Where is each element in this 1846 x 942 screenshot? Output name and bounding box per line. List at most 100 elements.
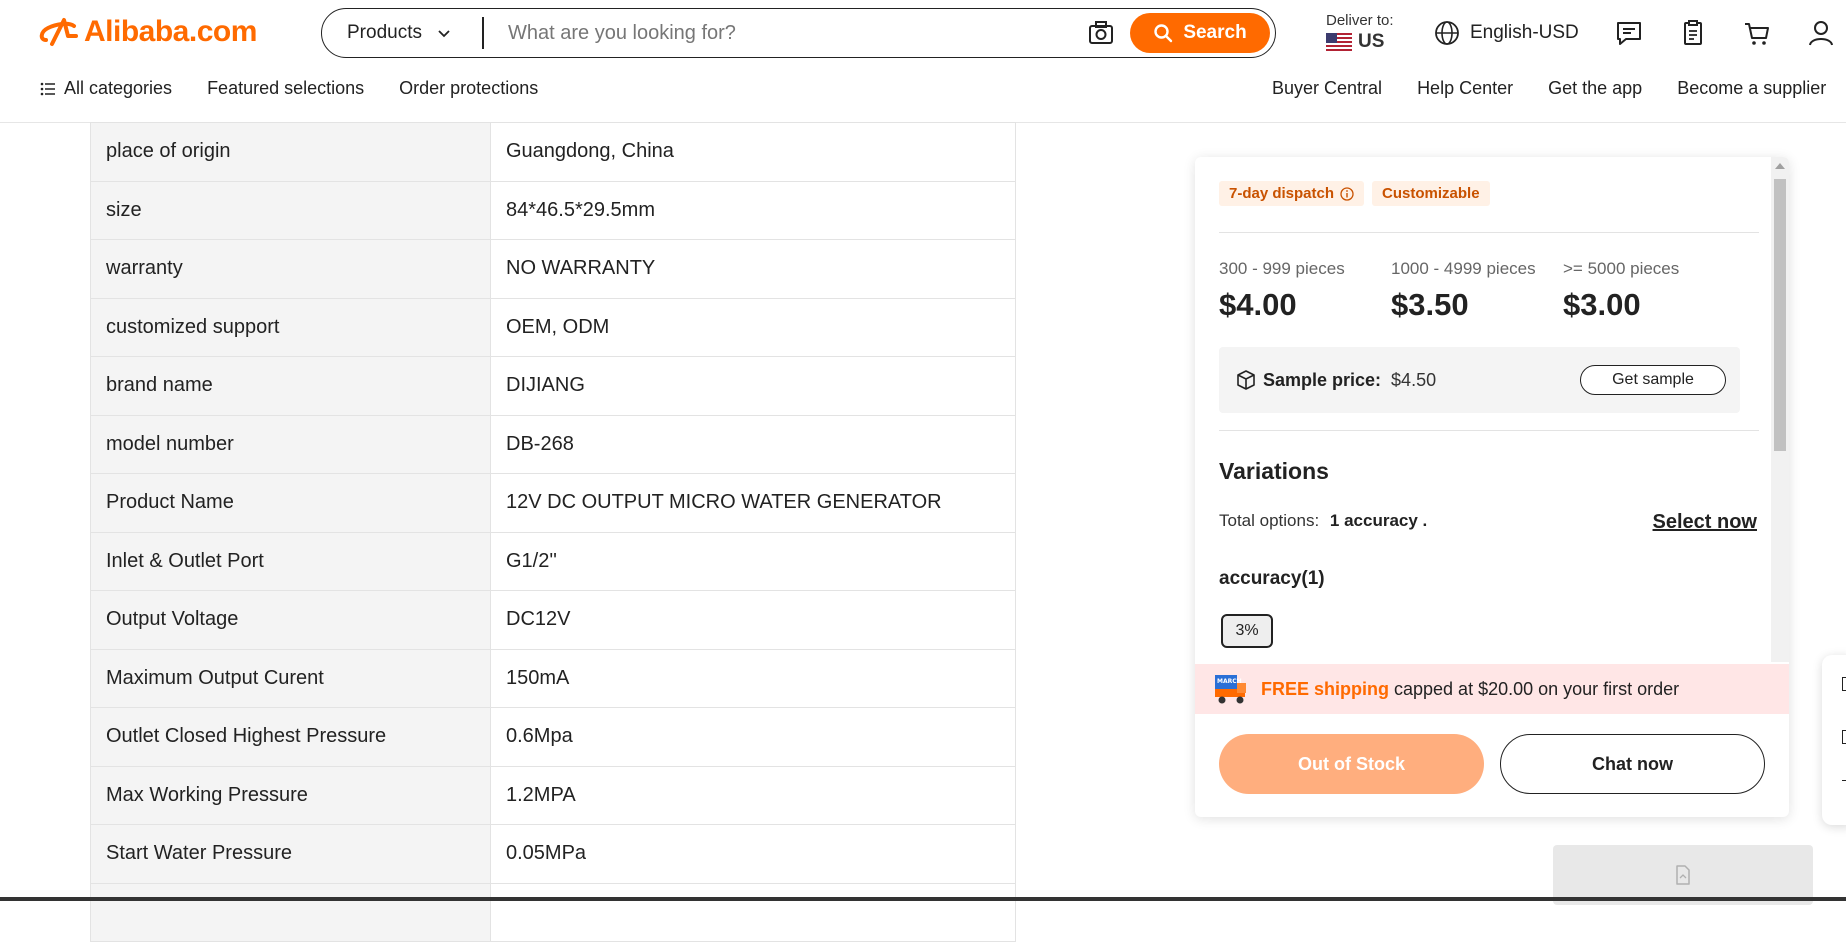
shipping-promo-banner: MARCH FREE shipping capped at $20.00 on … [1195,664,1789,714]
side-tool-icon[interactable] [1842,730,1846,744]
tier-quantity: >= 5000 pieces [1563,259,1680,278]
accuracy-title: accuracy(1) [1219,568,1325,589]
table-row: Product Name 12V DC OUTPUT MICRO WATER GE… [90,473,1016,533]
search-bar: Products Search [321,8,1276,58]
accuracy-option-chip[interactable]: 3% [1221,614,1273,648]
spec-key: customized support [90,297,491,357]
spec-key: Inlet & Outlet Port [90,531,491,591]
menu-list-icon [40,82,55,95]
scroll-up-icon[interactable] [1775,163,1785,169]
price-tiers: 300 - 999 pieces $4.00 1000 - 4999 piece… [1219,259,1759,323]
search-category-dropdown[interactable]: Products [322,9,482,57]
floating-document-button[interactable] [1553,845,1813,905]
spec-key: brand name [90,356,491,416]
table-row: customized support OEM, ODM [90,297,1016,357]
spec-key: model number [90,414,491,474]
deliver-to-label: Deliver to: [1326,12,1394,29]
sample-price-label: Sample price: [1263,369,1382,390]
nav-all-categories-label: All categories [64,78,173,98]
tier-quantity: 1000 - 4999 pieces [1391,259,1536,278]
bottom-edge [0,897,1846,901]
price-tier: 1000 - 4999 pieces $3.50 [1391,259,1563,323]
tier-price: $3.50 [1391,287,1469,322]
camera-icon[interactable] [1086,18,1116,48]
chevron-down-icon [438,30,450,38]
spec-key: warranty [90,239,491,299]
tier-price: $4.00 [1219,287,1297,322]
messages-icon[interactable] [1614,18,1644,48]
spec-key: place of origin [90,122,491,182]
spec-value: Guangdong, China [490,122,1016,182]
spec-value: G1/2'' [490,531,1016,591]
table-row: Maximum Output Curent 150mA [90,648,1016,708]
spec-value: DB-268 [490,414,1016,474]
globe-icon [1435,21,1459,45]
spec-table: place of origin Guangdong, China size 84*4… [90,122,1016,942]
spec-value: NO WARRANTY [490,239,1016,299]
nav-order-protections[interactable]: Order protections [399,78,538,99]
orders-icon[interactable] [1678,18,1708,48]
dispatch-badge[interactable]: 7-day dispatch [1219,181,1365,206]
table-row: Output Voltage DC12V [90,590,1016,650]
search-input[interactable] [484,21,1086,45]
divider [1219,232,1759,233]
search-category-label: Products [347,22,422,43]
nav-all-categories[interactable]: All categories [40,78,172,99]
tier-price: $3.00 [1563,287,1641,322]
spec-key: Start Water Pressure [90,824,491,884]
divider [1219,430,1759,431]
side-tool-icon[interactable] [1842,677,1846,691]
nav-help-center[interactable]: Help Center [1417,78,1513,99]
spec-value: DC12V [490,590,1016,650]
deliver-country: US [1358,31,1385,52]
side-tool-icon[interactable] [1842,780,1846,786]
language-selector[interactable]: English-USD [1434,20,1579,46]
nav-buyer-central[interactable]: Buyer Central [1272,78,1382,99]
spec-value: 12V DC OUTPUT MICRO WATER GENERATOR [490,473,1016,533]
account-icon[interactable] [1806,18,1836,48]
nav-become-supplier[interactable]: Become a supplier [1677,78,1826,99]
nav-right: Buyer Central Help Center Get the app Be… [1272,78,1826,99]
sample-price-box: Sample price: $4.50 Get sample [1219,347,1740,413]
cart-icon[interactable] [1742,18,1772,48]
spec-key: Product Name [90,473,491,533]
tier-quantity: 300 - 999 pieces [1219,259,1345,278]
alibaba-logo-icon [39,18,78,46]
us-flag-icon [1326,33,1352,51]
card-scrollbar[interactable] [1771,157,1789,662]
get-sample-button[interactable]: Get sample [1580,365,1726,395]
deliver-to[interactable]: Deliver to: US [1326,12,1394,53]
search-button[interactable]: Search [1130,13,1270,53]
search-icon [1154,24,1173,43]
table-row: size 84*46.5*29.5mm [90,180,1016,240]
box-icon [1237,370,1255,390]
spec-value: OEM, ODM [490,297,1016,357]
document-icon [1676,865,1690,885]
select-now-link[interactable]: Select now [1653,511,1757,534]
alibaba-logo[interactable]: Alibaba.com [38,14,257,50]
dispatch-badge-label: 7-day dispatch [1229,185,1335,202]
nav-get-the-app[interactable]: Get the app [1548,78,1642,99]
scrollbar-thumb[interactable] [1774,179,1786,451]
spec-value: DIJIANG [490,356,1016,416]
price-tier: 300 - 999 pieces $4.00 [1219,259,1391,323]
table-row: Inlet & Outlet Port G1/2'' [90,531,1016,591]
spec-key: Max Working Pressure [90,765,491,825]
chat-now-button[interactable]: Chat now [1500,734,1765,794]
badges: 7-day dispatch Customizable [1219,181,1498,206]
spec-key: Outlet Closed Highest Pressure [90,707,491,767]
out-of-stock-button[interactable]: Out of Stock [1219,734,1484,794]
table-row: brand name DIJIANG [90,356,1016,416]
spec-value: 0.05MPa [490,824,1016,884]
spec-value: 1.2MPA [490,765,1016,825]
nav-featured-selections[interactable]: Featured selections [207,78,364,99]
spec-value-empty [490,882,1016,942]
truck-icon: MARCH [1215,675,1246,704]
spec-key: size [90,180,491,240]
side-tools-tab[interactable] [1822,655,1846,825]
variations-title: Variations [1219,458,1329,484]
spec-value: 150mA [490,648,1016,708]
table-row: model number DB-268 [90,414,1016,474]
table-row [90,882,1016,942]
customizable-badge: Customizable [1372,181,1490,206]
